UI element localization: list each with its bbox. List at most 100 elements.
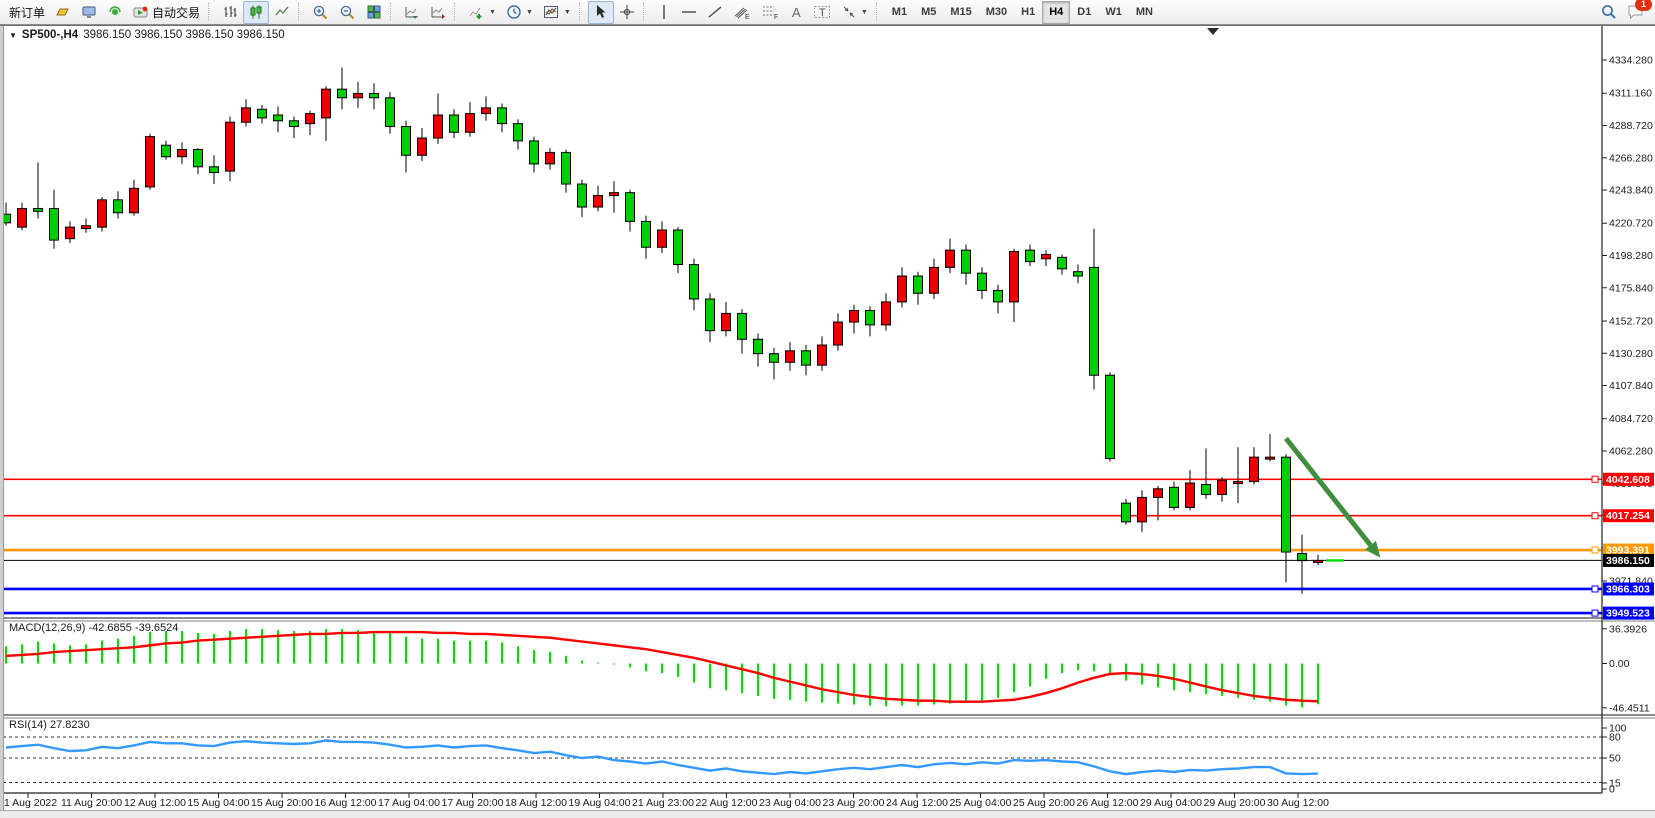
candlestick-mode-icon[interactable] — [243, 1, 269, 24]
window-bottom-strip — [0, 810, 1655, 818]
candle-bull — [1250, 457, 1259, 481]
arrow-annotation[interactable] — [1286, 438, 1380, 557]
candle-bear — [1074, 272, 1083, 276]
candle-bull — [178, 150, 187, 157]
auto-scroll-icon[interactable] — [399, 1, 425, 24]
candle-bear — [274, 115, 283, 121]
candle-bull — [226, 122, 235, 171]
candle-bear — [690, 265, 699, 300]
timeframe-h1[interactable]: H1 — [1014, 1, 1042, 24]
time-tick-label: 16 Aug 12:00 — [315, 797, 377, 809]
chart-dropdown-icon[interactable]: ▼ — [9, 31, 17, 40]
signals-icon[interactable] — [102, 1, 128, 24]
toolbar-separator — [298, 3, 304, 21]
candle-bull — [146, 137, 155, 187]
arrows-tool-icon[interactable]: ▼ — [836, 1, 873, 24]
zoom-out-icon[interactable] — [334, 1, 361, 24]
toolbar-separator — [579, 3, 585, 21]
candle-bull — [546, 152, 555, 164]
autotrading-icon — [133, 4, 149, 20]
candles — [2, 68, 1323, 594]
candle-bear — [386, 98, 395, 127]
time-tick-label: 19 Aug 04:00 — [569, 797, 631, 809]
candle-bear — [1058, 257, 1067, 269]
zoom-in-icon[interactable] — [307, 1, 334, 24]
trendline-tool-icon[interactable] — [702, 1, 728, 24]
fibonacci-tool-icon[interactable]: F — [756, 1, 784, 24]
svg-text:A: A — [792, 5, 801, 20]
candle-bear — [370, 93, 379, 97]
timeframe-h4[interactable]: H4 — [1042, 1, 1070, 24]
horizontal-lines[interactable] — [3, 476, 1602, 616]
line-chart-mode-icon[interactable] — [269, 1, 295, 24]
time-tick-label: 18 Aug 12:00 — [505, 797, 567, 809]
terminal-icon[interactable] — [76, 1, 102, 24]
macd-tick-label: -46.4511 — [1609, 702, 1650, 714]
price-tick-label: 4220.720 — [1609, 218, 1653, 230]
search-icon[interactable] — [1600, 3, 1617, 21]
gold-ingot-icon[interactable] — [50, 1, 76, 24]
candle-bull — [482, 108, 491, 114]
candle-bear — [914, 276, 923, 293]
line-anchor[interactable] — [1592, 476, 1598, 482]
time-tick-label: 21 Aug 23:00 — [632, 797, 694, 809]
candle-bear — [498, 108, 507, 124]
window-left-edge — [0, 26, 4, 810]
candle-bear — [1298, 553, 1307, 560]
time-tick-label: 11 Aug 2022 — [0, 797, 57, 809]
price-tick-label: 4130.280 — [1609, 348, 1653, 360]
candle-bull — [1218, 480, 1227, 494]
chart-shift-marker[interactable] — [1207, 28, 1219, 35]
current-price-label: 3986.150 — [1606, 555, 1650, 567]
text-tool-icon[interactable]: A — [784, 1, 808, 24]
crosshair-tool-icon[interactable] — [614, 1, 640, 24]
rsi-pane — [3, 737, 1602, 783]
timeframe-d1[interactable]: D1 — [1070, 1, 1098, 24]
timeframe-mn[interactable]: MN — [1129, 1, 1160, 24]
timeframe-m1[interactable]: M1 — [885, 1, 914, 24]
svg-text:F: F — [774, 14, 778, 20]
chart-canvas[interactable]: 4334.2804311.1604288.7204266.2804243.840… — [0, 0, 1655, 818]
price-tick-label: 4107.840 — [1609, 380, 1653, 392]
horizontal-line-tool-icon[interactable] — [676, 1, 702, 24]
channel-tool-icon[interactable]: E — [728, 1, 756, 24]
price-tick-label: 4062.280 — [1609, 446, 1653, 458]
add-indicator-icon[interactable]: ▼ — [463, 1, 501, 24]
candle-bear — [1106, 375, 1115, 458]
candle-bear — [1202, 484, 1211, 494]
bar-chart-mode-icon[interactable] — [217, 1, 243, 24]
candle-bull — [82, 226, 91, 229]
cursor-tool-icon[interactable] — [588, 1, 614, 24]
rsi-indicator-label: RSI(14) 27.8230 — [9, 719, 90, 731]
line-anchor[interactable] — [1592, 586, 1598, 592]
chart-shift-icon[interactable] — [425, 1, 451, 24]
templates-icon[interactable]: ▼ — [538, 1, 576, 24]
time-axis[interactable]: 11 Aug 202211 Aug 20:0012 Aug 12:0015 Au… — [0, 793, 1329, 809]
price-axis[interactable]: 4334.2804311.1604288.7204266.2804243.840… — [1602, 55, 1654, 796]
notifications-button[interactable]: 1 — [1627, 3, 1645, 21]
vertical-line-tool-icon[interactable] — [652, 1, 676, 24]
autotrading-button[interactable]: 自动交易 — [128, 2, 205, 23]
time-tick-label: 23 Aug 04:00 — [759, 797, 821, 809]
chart-title[interactable]: ▼ SP500-,H4 3986.150 3986.150 3986.150 3… — [9, 29, 285, 41]
timeframe-m5[interactable]: M5 — [914, 1, 943, 24]
periods-icon[interactable]: ▼ — [501, 1, 538, 24]
line-anchor[interactable] — [1592, 513, 1598, 519]
candle-bull — [882, 302, 891, 325]
line-anchor[interactable] — [1592, 547, 1598, 553]
candle-bull — [1154, 489, 1163, 498]
new-order-button[interactable]: 新订单 — [4, 2, 50, 23]
time-tick-label: 30 Aug 12:00 — [1267, 797, 1329, 809]
line-anchor[interactable] — [1592, 610, 1598, 616]
timeframe-m30[interactable]: M30 — [979, 1, 1014, 24]
candle-bull — [242, 108, 251, 122]
price-tick-label: 4311.160 — [1609, 88, 1652, 100]
timeframe-w1[interactable]: W1 — [1098, 1, 1129, 24]
candle-bear — [210, 167, 219, 173]
time-tick-label: 15 Aug 04:00 — [188, 797, 250, 809]
arrow-shaft[interactable] — [1286, 438, 1370, 545]
tile-windows-icon[interactable] — [361, 1, 387, 24]
chart-symbol-period: SP500-,H4 — [22, 29, 78, 41]
text-label-tool-icon[interactable]: T — [808, 1, 836, 24]
timeframe-m15[interactable]: M15 — [943, 1, 978, 24]
